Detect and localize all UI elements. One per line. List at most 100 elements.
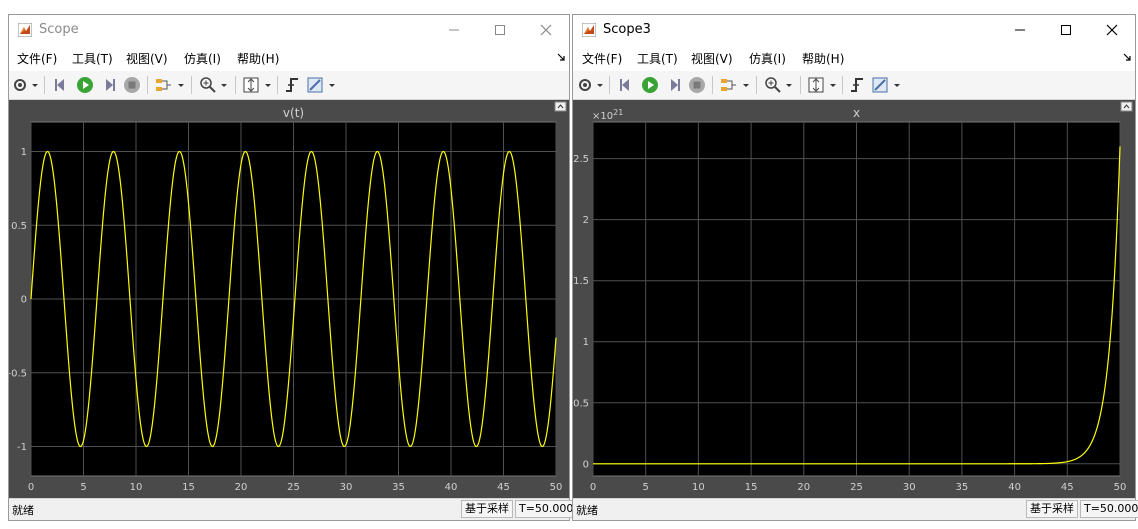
menu-tools[interactable]: 工具(T) <box>72 50 113 67</box>
close-icon <box>540 24 552 36</box>
stop-icon[interactable] <box>688 76 706 94</box>
minimize-button[interactable] <box>997 15 1043 45</box>
minimize-icon <box>449 29 459 31</box>
sample-mode: 基于采样 <box>461 500 513 518</box>
close-button[interactable] <box>1089 15 1135 45</box>
toolbar-separator <box>277 76 278 94</box>
dropdown-icon[interactable] <box>177 76 185 94</box>
menu-view[interactable]: 视图(V) <box>691 50 733 67</box>
minimize-button[interactable] <box>431 15 477 45</box>
plot-title: v(t) <box>283 106 304 120</box>
menu-file[interactable]: 文件(F) <box>582 50 622 67</box>
menu-help[interactable]: 帮助(H) <box>237 50 279 67</box>
x-tick-label: 5 <box>80 482 86 493</box>
plot-canvas[interactable]: 0 5 10 15 20 25 30 35 40 45 50 2.5 2 1.5 1 0.5 0 x ×1021 <box>573 100 1135 500</box>
stop-icon[interactable] <box>123 76 141 94</box>
status-text: 就绪 <box>576 504 598 517</box>
triggers-icon[interactable] <box>848 76 866 94</box>
y-tick-label: -1 <box>17 442 27 453</box>
y-tick-label: 2 <box>583 215 589 226</box>
maximize-button[interactable] <box>1043 15 1089 45</box>
axes-maximize-icon <box>1120 101 1133 112</box>
step-forward-icon[interactable] <box>665 76 683 94</box>
maximize-icon <box>1061 25 1071 35</box>
settings-icon[interactable] <box>12 76 28 94</box>
axes-maximize-button[interactable] <box>554 101 567 112</box>
zoom-in-icon[interactable] <box>199 76 217 94</box>
minimize-icon <box>1015 29 1025 31</box>
dock-arrow-icon[interactable] <box>557 53 565 61</box>
dropdown-icon[interactable] <box>785 76 793 94</box>
sim-time: T=50.000 <box>1080 500 1138 518</box>
menu-tools[interactable]: 工具(T) <box>637 50 678 67</box>
dropdown-icon[interactable] <box>328 76 336 94</box>
measurements-icon[interactable] <box>871 76 889 94</box>
maximize-button[interactable] <box>477 15 523 45</box>
menu-simulation[interactable]: 仿真(I) <box>184 50 221 67</box>
plot-title: x <box>853 106 860 120</box>
x-tick-label: 25 <box>850 482 863 493</box>
toolbar-separator <box>44 76 45 94</box>
dropdown-icon[interactable] <box>31 76 39 94</box>
x-tick-label: 40 <box>1008 482 1021 493</box>
step-back-icon[interactable] <box>617 76 635 94</box>
signal-select-icon[interactable] <box>719 76 737 94</box>
dropdown-icon[interactable] <box>829 76 837 94</box>
y-tick-label: 0 <box>583 459 589 470</box>
menu-file[interactable]: 文件(F) <box>17 50 57 67</box>
settings-icon[interactable] <box>577 76 593 94</box>
step-forward-icon[interactable] <box>100 76 118 94</box>
dropdown-icon[interactable] <box>264 76 272 94</box>
scope-display: 0 5 10 15 20 25 30 35 40 45 50 2.5 2 1.5 1 0.5 0 x ×1021 <box>573 100 1135 499</box>
matlab-icon <box>582 23 596 37</box>
plot-canvas[interactable]: 0 5 10 15 20 25 30 35 40 45 50 1 0.5 0 -0.5 -1 v(t) <box>9 100 569 500</box>
x-tick-label: 15 <box>182 482 195 493</box>
scope-window: Scope 文件(F) 工具(T) 视图(V) 仿真(I) 帮助(H) 0 5 … <box>8 14 578 521</box>
zoom-in-icon[interactable] <box>764 76 782 94</box>
run-icon[interactable] <box>76 76 94 94</box>
y-tick-label: 2.5 <box>573 154 589 165</box>
window-title: Scope3 <box>603 22 651 37</box>
toolbar-separator <box>842 76 843 94</box>
scope3-window: Scope3 文件(F) 工具(T) 视图(V) 仿真(I) 帮助(H) 0 5… <box>572 14 1138 521</box>
toolbar-separator <box>756 76 757 94</box>
dropdown-icon[interactable] <box>596 76 604 94</box>
y-tick-label: 1.5 <box>573 276 589 287</box>
title-bar[interactable]: Scope3 <box>573 15 1135 45</box>
toolbar-separator <box>609 76 610 94</box>
measurements-icon[interactable] <box>306 76 324 94</box>
dropdown-icon[interactable] <box>893 76 901 94</box>
x-tick-label: 40 <box>445 482 458 493</box>
scope-display: 0 5 10 15 20 25 30 35 40 45 50 1 0.5 0 -0.5 -1 v(t) <box>9 100 569 499</box>
maximize-icon <box>495 25 505 35</box>
step-back-icon[interactable] <box>52 76 70 94</box>
x-tick-label: 35 <box>392 482 405 493</box>
axes-maximize-button[interactable] <box>1120 101 1133 112</box>
signal-select-icon[interactable] <box>154 76 172 94</box>
x-tick-label: 20 <box>235 482 248 493</box>
x-tick-label: 50 <box>550 482 563 493</box>
dropdown-icon[interactable] <box>220 76 228 94</box>
close-button[interactable] <box>523 15 569 45</box>
menu-simulation[interactable]: 仿真(I) <box>749 50 786 67</box>
toolbar-separator <box>235 76 236 94</box>
dock-arrow-icon[interactable] <box>1123 53 1131 61</box>
title-bar[interactable]: Scope <box>9 15 569 45</box>
y-tick-label: 1 <box>21 147 27 158</box>
menu-bar: 文件(F) 工具(T) 视图(V) 仿真(I) 帮助(H) <box>9 45 569 71</box>
triggers-icon[interactable] <box>283 76 301 94</box>
autoscale-icon[interactable] <box>242 76 260 94</box>
menu-help[interactable]: 帮助(H) <box>802 50 844 67</box>
menu-view[interactable]: 视图(V) <box>126 50 168 67</box>
x-tick-label: 10 <box>130 482 143 493</box>
axes-maximize-icon <box>554 101 567 112</box>
toolbar-separator <box>191 76 192 94</box>
autoscale-icon[interactable] <box>807 76 825 94</box>
dropdown-icon[interactable] <box>742 76 750 94</box>
run-icon[interactable] <box>641 76 659 94</box>
sim-time: T=50.000 <box>515 500 578 518</box>
x-tick-label: 0 <box>590 482 596 493</box>
x-tick-label: 20 <box>797 482 810 493</box>
x-tick-label: 35 <box>956 482 969 493</box>
y-tick-label: 0.5 <box>11 221 27 232</box>
